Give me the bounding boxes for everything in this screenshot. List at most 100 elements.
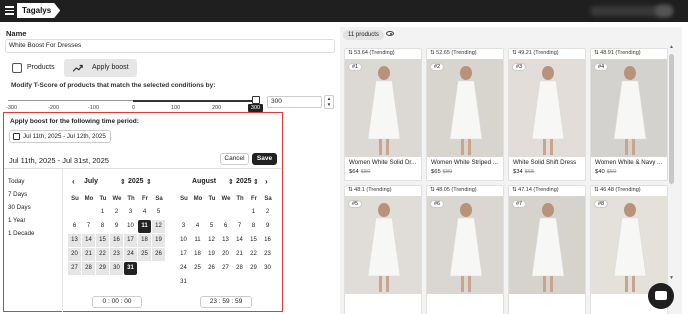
calendar-day[interactable]: 19 [205,248,218,261]
calendar-day[interactable]: 17 [124,234,137,247]
calendar-day[interactable]: 14 [82,234,95,247]
preset-1-year[interactable]: 1 Year [8,214,35,227]
calendar-day[interactable]: 13 [68,234,81,247]
calendar-day[interactable]: 12 [205,234,218,247]
month-select[interactable]: July [84,178,98,185]
score-input[interactable]: 300 [267,96,322,108]
year-select-arrows-icon[interactable]: ⇕ [120,178,126,186]
preset-30-days[interactable]: 30 Days [8,201,35,214]
start-hours[interactable]: 0 [103,298,107,305]
calendar-day[interactable]: 12 [152,220,165,233]
calendar-day[interactable]: 30 [261,262,274,275]
avatar[interactable] [655,5,673,17]
calendar-day[interactable]: 9 [261,220,274,233]
calendar-day[interactable]: 28 [233,262,246,275]
calendar-day[interactable]: 15 [247,234,260,247]
calendar-day[interactable]: 1 [96,206,109,219]
chevron-right-icon[interactable]: › [265,177,268,186]
calendar-day[interactable]: 6 [219,220,232,233]
start-minutes[interactable]: 00 [112,298,119,305]
calendar-day[interactable]: 8 [96,220,109,233]
calendar-day[interactable]: 28 [82,262,95,275]
calendar-day[interactable]: 19 [152,234,165,247]
calendar-day[interactable]: 29 [247,262,260,275]
preset-today[interactable]: Today [8,175,35,188]
end-seconds[interactable]: 59 [235,298,242,305]
tab-apply-boost[interactable]: Apply boost [64,59,137,77]
product-card[interactable]: ⇅ 48.91 (Trending) #4 Women White & Navy .… [590,48,668,181]
score-stepper[interactable]: ▲ ▼ [324,95,334,109]
calendar-day[interactable]: 7 [82,220,95,233]
calendar-day[interactable]: 23 [110,248,123,261]
name-input[interactable]: White Boost For Dresses [5,39,335,53]
calendar-day[interactable]: 16 [110,234,123,247]
calendar-day[interactable]: 15 [96,234,109,247]
start-seconds[interactable]: 00 [124,298,131,305]
scroll-up-icon[interactable]: ▲ [669,44,674,50]
scrollbar-thumb[interactable] [669,54,674,184]
calendar-day[interactable]: 18 [138,234,151,247]
calendar-day[interactable]: 27 [68,262,81,275]
calendar-day[interactable]: 11 [138,220,151,233]
calendar-day[interactable]: 31 [177,276,190,289]
chevron-left-icon[interactable]: ‹ [72,177,75,186]
product-card[interactable]: ⇅ 47.14 (Trending) #7 [508,185,586,314]
calendar-day[interactable]: 23 [261,248,274,261]
calendar-day[interactable]: 21 [82,248,95,261]
calendar-day[interactable]: 2 [261,206,274,219]
end-hours[interactable]: 23 [210,298,217,305]
scroll-down-icon[interactable]: ▼ [669,275,674,281]
calendar-day[interactable]: 4 [191,220,204,233]
calendar-day[interactable]: 25 [138,248,151,261]
date-range-chip[interactable]: Jul 11th, 2025 - Jul 12th, 2025 [9,130,111,143]
calendar-day[interactable]: 22 [96,248,109,261]
calendar-day[interactable]: 2 [110,206,123,219]
calendar-day[interactable]: 14 [233,234,246,247]
score-slider-handle[interactable] [252,96,260,104]
end-time-input[interactable]: 23 : 59 : 59 [200,296,252,308]
calendar-day[interactable]: 29 [96,262,109,275]
preset-7-days[interactable]: 7 Days [8,188,35,201]
calendar-day[interactable]: 11 [191,234,204,247]
cancel-button[interactable]: Cancel [220,153,249,165]
product-card[interactable]: ⇅ 52.65 (Trending) #2 Women White Striped … [426,48,504,181]
eye-icon[interactable] [386,31,394,36]
calendar-day[interactable]: 21 [233,248,246,261]
calendar-day[interactable]: 25 [191,262,204,275]
year-select[interactable]: 2025 [128,178,144,185]
calendar-day[interactable]: 5 [152,206,165,219]
month-select[interactable]: August [192,178,216,185]
year-select-arrows-icon[interactable]: ⇕ [146,178,152,186]
calendar-day[interactable]: 6 [68,220,81,233]
year-select-arrows-icon[interactable]: ⇕ [253,178,259,186]
preset-1-decade[interactable]: 1 Decade [8,227,35,240]
calendar-day[interactable]: 22 [247,248,260,261]
calendar-day[interactable]: 17 [177,248,190,261]
calendar-day[interactable]: 24 [124,248,137,261]
calendar-day[interactable]: 20 [68,248,81,261]
product-card[interactable]: ⇅ 48.05 (Trending) #6 [426,185,504,314]
calendar-day[interactable]: 16 [261,234,274,247]
product-card[interactable]: ⇅ 53.64 (Trending) #1 Women White Solid Dr… [344,48,422,181]
calendar-day[interactable]: 7 [233,220,246,233]
year-select[interactable]: 2025 [236,178,252,185]
end-minutes[interactable]: 59 [222,298,229,305]
hamburger-menu-icon[interactable] [5,6,14,15]
product-card[interactable]: ⇅ 49.21 (Trending) #3 White Solid Shift Dr… [508,48,586,181]
calendar-day[interactable]: 4 [138,206,151,219]
calendar-day[interactable]: 27 [219,262,232,275]
calendar-day[interactable]: 26 [152,248,165,261]
calendar-day[interactable]: 9 [110,220,123,233]
calendar-day[interactable]: 18 [191,248,204,261]
calendar-day[interactable]: 30 [110,262,123,275]
save-button[interactable]: Save [252,153,277,165]
calendar-day[interactable]: 31 [124,262,137,275]
calendar-day[interactable]: 8 [247,220,260,233]
calendar-day[interactable]: 3 [177,220,190,233]
chat-icon[interactable] [648,283,674,309]
calendar-day[interactable]: 3 [124,206,137,219]
calendar-day[interactable]: 1 [247,206,260,219]
calendar-day[interactable]: 10 [124,220,137,233]
year-select-arrows-icon[interactable]: ⇕ [228,178,234,186]
calendar-day[interactable]: 13 [219,234,232,247]
